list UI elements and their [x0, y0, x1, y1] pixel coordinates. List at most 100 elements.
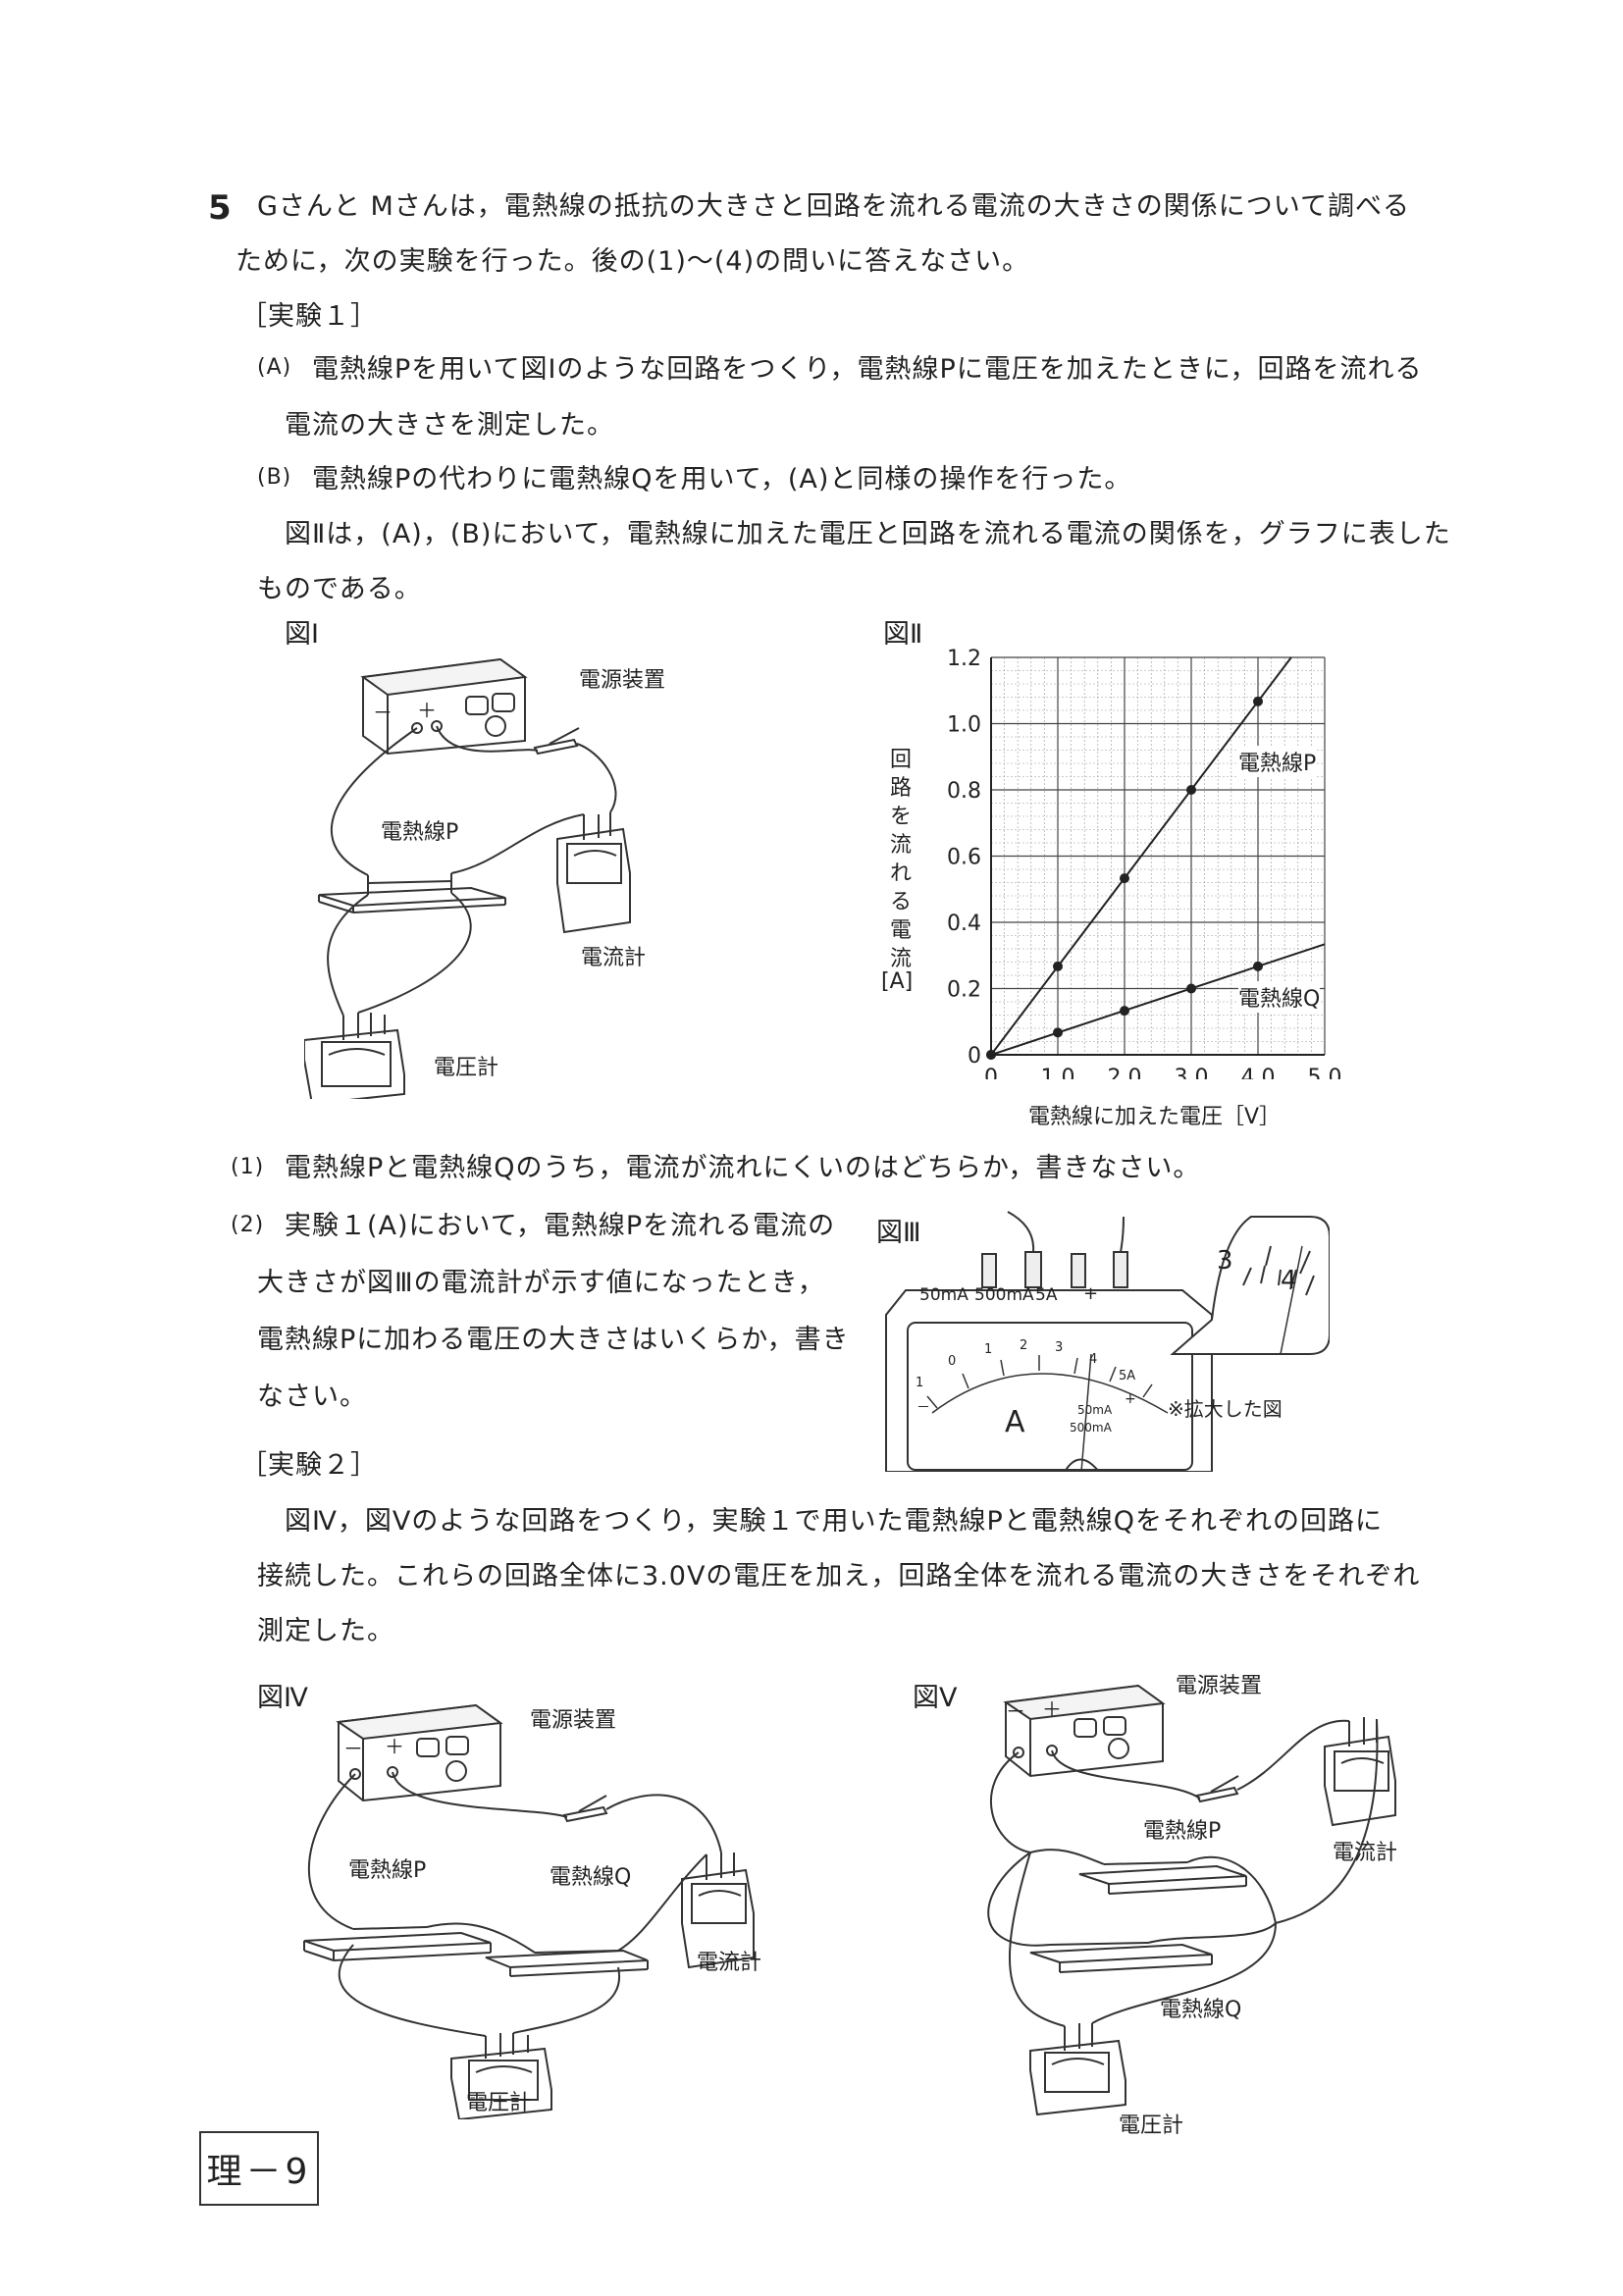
- fig2-ylabel-char: を: [889, 805, 912, 829]
- exp1-a-mark: (A): [257, 355, 292, 380]
- fig2-graph: 0 1.0 2.0 3.0 4.0 5.0 0 0.2 0.4 0.6 0.8 1.0 1.2: [947, 647, 1342, 1079]
- fig2-yunit: [A]: [881, 969, 914, 994]
- fig3-scale-4: 4: [1089, 1352, 1098, 1367]
- fig5-wire-q-label: 電熱線Q: [1160, 1998, 1242, 2022]
- fig1-circuit-diagram: [304, 657, 631, 1099]
- fig1-voltmeter-label: 電圧計: [434, 1056, 499, 1080]
- fig4-wire-q-label: 電熱線Q: [550, 1865, 632, 1890]
- fig2-ylabel-char: る: [889, 890, 912, 914]
- page-number: 理－9: [206, 2152, 312, 2192]
- fig2-ylabel-char: 流: [889, 833, 912, 858]
- fig1-plus-label: ＋: [417, 699, 437, 722]
- fig5-plus-label: ＋: [1042, 1697, 1062, 1721]
- fig3-scale-minus: －: [916, 1400, 930, 1416]
- x-tick-label: 2.0: [1108, 1066, 1142, 1079]
- fig3-range-500ma: 500mA: [1070, 1421, 1112, 1435]
- fig2-series-q-label: 電熱線Q: [1238, 981, 1321, 1013]
- x-tick-label: 0: [984, 1066, 998, 1079]
- x-tick-label: 5.0: [1308, 1066, 1342, 1079]
- fig1-minus-label: －: [373, 701, 393, 724]
- exp1-heading: ［実験１］: [240, 301, 378, 332]
- exp1-b-mark: (B): [257, 465, 292, 490]
- fig5-power-supply-label: 電源装置: [1176, 1674, 1263, 1698]
- y-tick-label: 1.2: [947, 647, 981, 671]
- question-number: 5: [208, 188, 232, 228]
- q1-text: 電熱線Pと電熱線Qのうち，電流が流れにくいのはどちらか，書きなさい。: [285, 1153, 1201, 1183]
- data-point-q: [1186, 983, 1196, 994]
- data-point-p: [1120, 873, 1129, 884]
- x-tick-label: 4.0: [1241, 1066, 1276, 1079]
- y-tick-label: 1.0: [947, 713, 981, 738]
- fig5-wire-p-label: 電熱線P: [1143, 1819, 1222, 1844]
- fig1-wire-p-label: 電熱線P: [381, 820, 459, 845]
- y-tick-label: 0.6: [947, 846, 981, 870]
- fig2-label: 図Ⅱ: [883, 619, 923, 650]
- exp1-b-line1: 電熱線Pの代わりに電熱線Qを用いて，(A)と同様の操作を行った。: [312, 464, 1132, 495]
- exp1-desc-line1: 図Ⅱは，(A)，(B)において，電熱線に加えた電圧と回路を流れる電流の関係を，グ…: [285, 519, 1451, 549]
- data-point-q: [1120, 1006, 1129, 1017]
- q2-mark: (2): [231, 1213, 265, 1237]
- x-tick-label: 3.0: [1175, 1066, 1209, 1079]
- fig3-scale-3: 3: [1055, 1340, 1064, 1355]
- fig2-ylabel-char: 回: [889, 748, 912, 772]
- fig4-wire-p-label: 電熱線P: [348, 1858, 427, 1883]
- data-point-q: [986, 1050, 996, 1060]
- exp2-line2: 接続した。これらの回路全体に3.0Vの電圧を加え，回路全体を流れる電流の大きさを…: [257, 1561, 1421, 1592]
- exp2-line1: 図Ⅳ，図Ⅴのような回路をつくり，実験１で用いた電熱線Pと電熱線Qをそれぞれの回路…: [285, 1506, 1384, 1537]
- exp2-heading: ［実験２］: [240, 1450, 378, 1481]
- fig2-ylabel-char: 路: [889, 776, 912, 801]
- fig3-terminal-plus: +: [1083, 1283, 1099, 1304]
- fig3-scale-2: 2: [1020, 1338, 1028, 1353]
- fig4-ammeter-label: 電流計: [697, 1951, 762, 1975]
- fig5-circuit-diagram: [987, 1684, 1396, 2116]
- exp2-line3: 測定した。: [257, 1616, 394, 1646]
- fig2-ylabel-char: 電: [889, 918, 912, 943]
- fig1-power-supply-label: 電源装置: [579, 668, 666, 693]
- exp1-a-line1: 電熱線Pを用いて図Ⅰのような回路をつくり，電熱線Pに電圧を加えたときに，回路を流…: [312, 354, 1423, 385]
- fig4-voltmeter-label: 電圧計: [466, 2091, 532, 2115]
- fig3-terminal-50ma: 50mA: [919, 1285, 969, 1305]
- exp1-a-line2: 電流の大きさを測定した。: [285, 410, 614, 441]
- fig2-series-p-label: 電熱線P: [1238, 746, 1317, 777]
- question-intro-line1: Gさんと Mさんは，電熱線の抵抗の大きさと回路を流れる電流の大きさの関係について…: [257, 191, 1410, 222]
- fig5-voltmeter-label: 電圧計: [1119, 2113, 1184, 2138]
- exp1-desc-line2: ものである。: [257, 574, 422, 604]
- fig1-ammeter-label: 電流計: [581, 946, 647, 970]
- fig2-ylabel-char: れ: [889, 861, 912, 886]
- fig3-scale-plus: +: [1125, 1391, 1136, 1407]
- q2-line2: 大きさが図Ⅲの電流計が示す値になったとき，: [257, 1268, 825, 1298]
- fig3-range-50ma: 50mA: [1077, 1403, 1113, 1417]
- page-number-box: 理－9: [199, 2131, 319, 2206]
- fig3-terminal-500ma: 500mA: [974, 1285, 1034, 1305]
- fig3-zoom-note: ※拡大した図: [1168, 1397, 1283, 1421]
- fig3-zoom-4: 4: [1281, 1266, 1297, 1295]
- fig4-minus-label: －: [343, 1737, 363, 1760]
- fig3-scale-5a: 5A: [1119, 1369, 1136, 1383]
- q2-line4: なさい。: [257, 1382, 367, 1412]
- fig3-scale-left-1: 1: [916, 1376, 924, 1390]
- q2-line1: 実験１(A)において，電熱線Pを流れる電流の: [285, 1211, 836, 1241]
- fig4-plus-label: ＋: [385, 1735, 404, 1758]
- fig2-ylabel: 回 路 を 流 れ る 電 流: [888, 746, 914, 973]
- data-point-p: [1186, 785, 1196, 795]
- y-tick-label: 0.8: [947, 779, 981, 804]
- fig5-ammeter-label: 電流計: [1333, 1841, 1398, 1865]
- fig3-scale-0: 0: [948, 1354, 957, 1369]
- question-intro-line2: ために，次の実験を行った。後の(1)～(4)の問いに答えなさい。: [236, 246, 1030, 277]
- x-tick-label: 1.0: [1041, 1066, 1075, 1079]
- fig5-minus-label: －: [1006, 1699, 1025, 1723]
- y-tick-label: 0.4: [947, 912, 981, 936]
- fig4-power-supply-label: 電源装置: [530, 1708, 617, 1733]
- fig5-label: 図Ⅴ: [913, 1683, 958, 1713]
- fig3-scale-1: 1: [984, 1342, 993, 1357]
- q2-line3: 電熱線Pに加わる電圧の大きさはいくらか，書き: [257, 1325, 850, 1355]
- data-point-q: [1053, 1027, 1063, 1038]
- fig4-circuit-diagram: [303, 1703, 755, 2119]
- data-point-q: [1253, 961, 1263, 971]
- y-tick-label: 0: [968, 1044, 981, 1069]
- q1-mark: (1): [231, 1155, 265, 1179]
- data-point-p: [1053, 961, 1063, 971]
- data-point-p: [1253, 696, 1263, 706]
- fig3-zoom-3: 3: [1217, 1246, 1233, 1276]
- y-tick-label: 0.2: [947, 978, 981, 1003]
